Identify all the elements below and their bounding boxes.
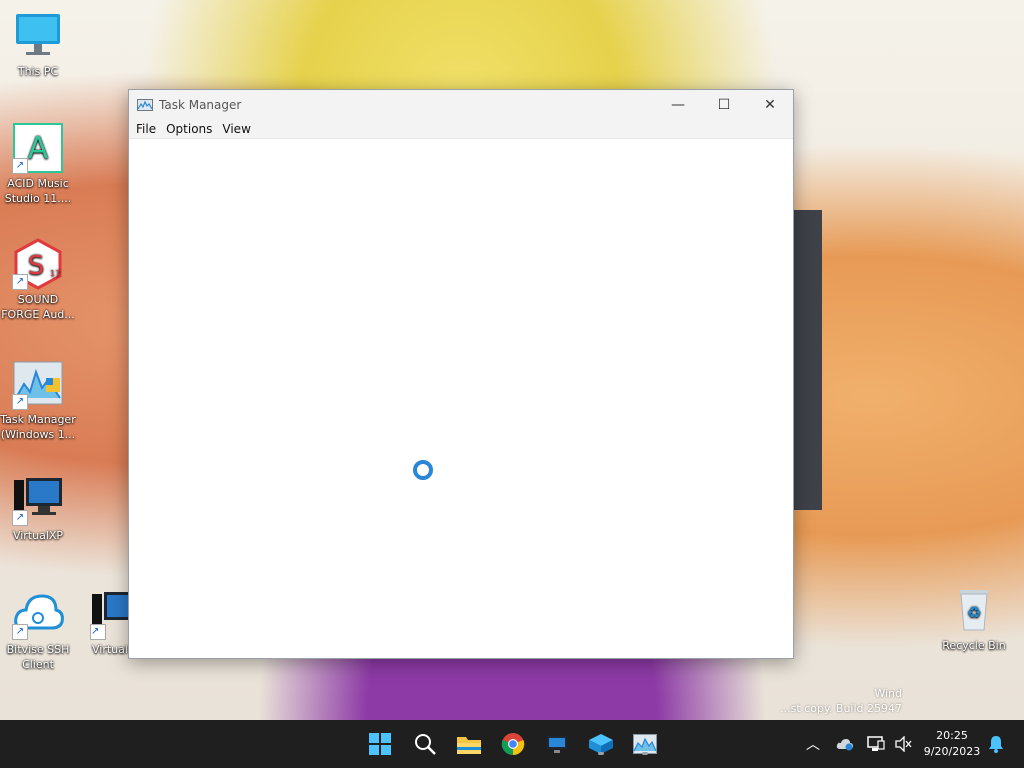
- minimize-button[interactable]: —: [655, 90, 701, 120]
- close-button[interactable]: ✕: [747, 90, 793, 120]
- window-title: Task Manager: [159, 98, 242, 112]
- menu-view[interactable]: View: [217, 122, 255, 136]
- maximize-icon: ☐: [717, 97, 731, 113]
- task-manager-icon: [633, 734, 657, 754]
- desktop-icon-virtualxp[interactable]: ↗ VirtualXP: [0, 474, 76, 543]
- desktop-icon-label: ACID Music Studio 11....: [4, 177, 72, 205]
- desktop-icon-label: This PC: [17, 65, 59, 78]
- maximize-button[interactable]: ☐: [701, 90, 747, 120]
- network-icon: [867, 736, 885, 751]
- network-tray-button[interactable]: [864, 720, 888, 768]
- windows-watermark: Wind ...st copy. Build 25947: [780, 686, 902, 716]
- chrome-button[interactable]: [499, 730, 527, 758]
- shortcut-arrow-icon: ↗: [12, 510, 28, 526]
- window-content: [129, 140, 793, 658]
- menu-file[interactable]: File: [131, 122, 161, 136]
- cloud-icon: [836, 739, 853, 751]
- desktop-icon-label: Recycle Bin: [942, 639, 1006, 652]
- onedrive-tray-button[interactable]: [834, 720, 856, 768]
- svg-text:A: A: [28, 131, 49, 166]
- menu-bar: File Options View: [129, 120, 793, 139]
- desktop-icon-recycle-bin[interactable]: ♻ Recycle Bin: [936, 584, 1012, 653]
- chrome-icon: [501, 733, 525, 756]
- clock-date: 9/20/2023: [923, 745, 981, 758]
- clock-time: 20:25: [936, 729, 968, 742]
- svg-text:S: S: [28, 251, 45, 281]
- show-hidden-icons-button[interactable]: ︿: [802, 720, 824, 768]
- taskbar: ︿ 20:25 9/20/2023: [0, 720, 1024, 768]
- chevron-up-icon: ︿: [806, 737, 820, 753]
- shortcut-arrow-icon: ↗: [12, 624, 28, 640]
- task-manager-app-icon: ↗: [12, 358, 64, 410]
- shortcut-arrow-icon: ↗: [90, 624, 106, 640]
- desktop-icon-label: SOUND FORGE Aud...: [1, 293, 75, 321]
- virtualxp-app-icon: ↗: [12, 474, 64, 526]
- notifications-button[interactable]: [986, 720, 1006, 768]
- watermark-line: Wind: [874, 687, 902, 700]
- clock[interactable]: 20:25 9/20/2023: [916, 728, 988, 760]
- desktop-icon-acid-music-studio[interactable]: A ↗ ACID Music Studio 11....: [0, 122, 76, 206]
- bell-icon: [989, 736, 1003, 753]
- task-manager-window[interactable]: Task Manager — ☐ ✕ File Options View: [128, 89, 794, 659]
- task-manager-taskbar-button[interactable]: [631, 730, 659, 758]
- loading-spinner-icon: [413, 460, 433, 480]
- search-icon: [415, 734, 436, 755]
- acid-app-icon: A ↗: [12, 122, 64, 174]
- desktop-icon-bitvise-ssh-client[interactable]: ↗ Bitvise SSH Client: [0, 588, 76, 672]
- file-explorer-button[interactable]: [455, 730, 483, 758]
- bitvise-cloud-icon: ↗: [12, 588, 64, 640]
- remote-desktop-icon: [547, 736, 567, 753]
- desktop-icon-label: Bitvise SSH Client: [6, 643, 70, 671]
- shortcut-arrow-icon: ↗: [12, 158, 28, 174]
- svg-text:♻: ♻: [967, 603, 981, 622]
- task-manager-icon: [137, 99, 153, 111]
- recycle-bin-icon: ♻: [948, 584, 1000, 636]
- running-indicator: [598, 752, 604, 755]
- windows-logo-icon: [369, 733, 391, 755]
- monitor-icon: [12, 10, 64, 62]
- desktop-icon-label: VirtualXP: [12, 529, 64, 542]
- volume-tray-button[interactable]: [892, 720, 914, 768]
- desktop-icon-this-pc[interactable]: This PC: [0, 10, 76, 79]
- desktop-icon-sound-forge[interactable]: S 17 ↗ SOUND FORGE Aud...: [0, 238, 76, 322]
- sound-forge-app-icon: S 17 ↗: [12, 238, 64, 290]
- virtualbox-button[interactable]: [587, 730, 615, 758]
- running-indicator: [642, 752, 648, 755]
- background-window-edge: [790, 210, 822, 510]
- speaker-muted-icon: [895, 736, 912, 752]
- desktop-icon-task-manager[interactable]: ↗ Task Manager (Windows 1...: [0, 358, 76, 442]
- menu-options[interactable]: Options: [161, 122, 217, 136]
- close-icon: ✕: [764, 97, 776, 113]
- shortcut-arrow-icon: ↗: [12, 274, 28, 290]
- start-button[interactable]: [366, 730, 394, 758]
- folder-icon: [457, 737, 481, 754]
- search-button[interactable]: [411, 730, 439, 758]
- shortcut-arrow-icon: ↗: [12, 394, 28, 410]
- desktop-icon-label: Task Manager (Windows 1...: [0, 413, 76, 441]
- remote-desktop-button[interactable]: [543, 730, 571, 758]
- window-titlebar[interactable]: Task Manager — ☐ ✕: [129, 90, 793, 120]
- svg-text:17: 17: [50, 269, 60, 278]
- watermark-line: ...st copy. Build 25947: [780, 702, 902, 715]
- minimize-icon: —: [671, 97, 685, 113]
